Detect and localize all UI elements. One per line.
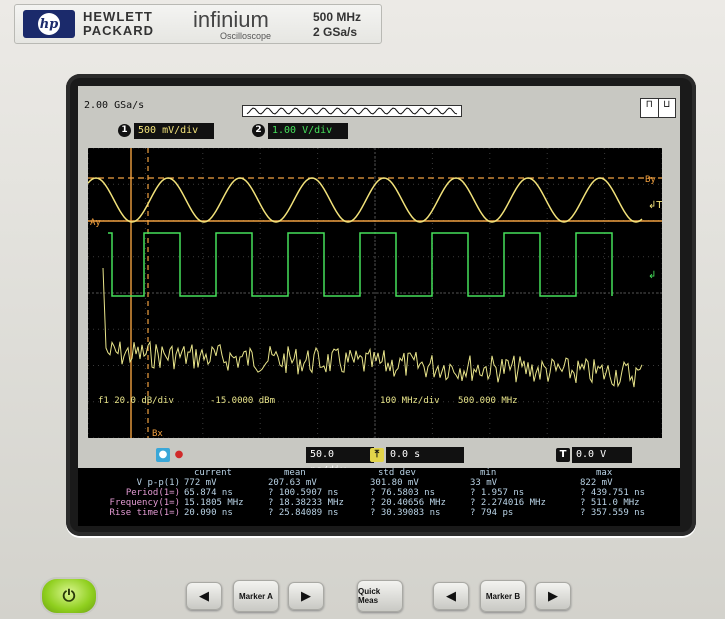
measurement-row[interactable]: Period(1=) 65.874 ns ? 100.5907 ns ? 76.… xyxy=(78,488,647,498)
cell-min: ? 794 ps xyxy=(470,508,514,518)
channel-bar: 1 500 mV/div 2 1.00 V/div xyxy=(78,118,680,144)
channel-2-scale[interactable]: 1.00 V/div xyxy=(268,123,348,139)
cell-max: ? 439.751 ns xyxy=(580,488,646,498)
marker-b-button[interactable]: Marker B xyxy=(480,580,526,612)
cell-current: 20.090 ns xyxy=(184,508,233,518)
waveform-svg: Ay By Bx f1 20.0 dB/div -15.0000 dBm 100… xyxy=(88,148,662,438)
quick-meas-button[interactable]: Quick Meas xyxy=(357,580,403,612)
measurement-row[interactable]: Frequency(1=) 15.1805 MHz ? 18.38233 MHz… xyxy=(78,498,647,508)
cell-std: ? 20.40656 MHz xyxy=(370,498,446,508)
col-current: current xyxy=(194,468,232,478)
cell-max: 822 mV xyxy=(580,478,613,488)
marker-by-label: By xyxy=(645,175,656,185)
fft-offset-label: -15.0000 dBm xyxy=(210,396,275,406)
marker-ay-label: Ay xyxy=(90,218,101,228)
cell-mean: ? 18.38233 MHz xyxy=(268,498,344,508)
marker-bx-label: Bx xyxy=(152,429,163,438)
cell-mean: ? 100.5907 ns xyxy=(268,488,339,498)
cell-mean: ? 25.84089 ns xyxy=(268,508,339,518)
trigger-level[interactable]: 0.0 V xyxy=(572,447,632,463)
marker-b-left-button[interactable]: ◀ xyxy=(433,582,469,610)
measurement-header-row: current mean std dev min max xyxy=(78,468,647,478)
company-name: HEWLETT PACKARD xyxy=(83,10,173,38)
brand-plate: hp HEWLETT PACKARD infinium Oscilloscope… xyxy=(14,4,382,44)
measurement-row[interactable]: V p-p(1) 772 mV 207.63 mV 301.80 mV 33 m… xyxy=(78,478,647,488)
measurement-table: current mean std dev min max V p-p(1) 77… xyxy=(78,468,680,526)
cell-current: 772 mV xyxy=(184,478,217,488)
cell-current: 65.874 ns xyxy=(184,488,233,498)
model-subtitle: Oscilloscope xyxy=(220,31,272,41)
fft-trace xyxy=(102,267,643,388)
horizontal-delay[interactable]: 0.0 s xyxy=(386,447,464,463)
power-button[interactable]: ⏻ xyxy=(40,577,98,615)
channel-1-badge[interactable]: 1 xyxy=(118,124,131,137)
run-icon[interactable]: ⊓ xyxy=(641,99,659,117)
hp-logo-text: hp xyxy=(38,13,60,35)
marker-a-right-button[interactable]: ▶ xyxy=(288,582,324,610)
sample-rate-readout: 2.00 GSa/s xyxy=(84,100,145,111)
col-min: min xyxy=(480,468,497,478)
status-bar: 2.00 GSa/s ⊓ ⊔ xyxy=(78,86,680,118)
channel-1-trigger-icon[interactable]: ↲T xyxy=(648,200,662,211)
sample-rate-spec: 2 GSa/s xyxy=(313,25,358,39)
row-label: Frequency(1=) xyxy=(109,498,180,508)
trigger-icon: T xyxy=(556,448,570,462)
waveform-display[interactable]: Ay By Bx f1 20.0 dB/div -15.0000 dBm 100… xyxy=(88,148,662,438)
timebase-bar: ● ● 50.0 ns/div ⤒ 0.0 s T 0.0 V xyxy=(78,442,680,476)
cell-min: ? 1.957 ns xyxy=(470,488,525,498)
company-line1: HEWLETT xyxy=(83,9,153,24)
run-stop-buttons[interactable]: ⊓ ⊔ xyxy=(640,98,676,118)
channel-1-scale[interactable]: 500 mV/div xyxy=(134,123,214,139)
cell-max: ? 511.0 MHz xyxy=(580,498,640,508)
hp-logo: hp xyxy=(23,10,75,38)
bandwidth-spec: 500 MHz xyxy=(313,10,362,24)
cell-max: ? 357.559 ns xyxy=(580,508,646,518)
stop-indicator-icon[interactable]: ● xyxy=(172,448,186,462)
cell-mean: 207.63 mV xyxy=(268,478,317,488)
col-std-dev: std dev xyxy=(378,468,416,478)
cell-current: 15.1805 MHz xyxy=(184,498,244,508)
company-line2: PACKARD xyxy=(83,23,155,38)
quick-meas-label: Quick Meas xyxy=(358,587,381,605)
cell-std: 301.80 mV xyxy=(370,478,419,488)
cell-min: ? 2.274016 MHz xyxy=(470,498,546,508)
cell-std: ? 76.5803 ns xyxy=(370,488,436,498)
channel-2-offset-icon[interactable]: ↲ xyxy=(648,270,656,281)
marker-a-button[interactable]: Marker A xyxy=(233,580,279,612)
cell-std: ? 30.39083 ns xyxy=(370,508,441,518)
channel-2-trace xyxy=(108,232,613,297)
fft-scale-label: f1 20.0 dB/div xyxy=(98,396,174,406)
fft-span-label: 500.000 MHz xyxy=(458,396,518,406)
col-max: max xyxy=(596,468,613,478)
channel-2-badge[interactable]: 2 xyxy=(252,124,265,137)
acquisition-wave-icon xyxy=(246,107,458,115)
marker-b-label: Marker B xyxy=(485,591,521,601)
fft-center-label: 100 MHz/div xyxy=(380,396,440,406)
measurement-row[interactable]: Rise time(1=) 20.090 ns ? 25.84089 ns ? … xyxy=(78,508,647,518)
acquisition-overview[interactable] xyxy=(242,105,462,117)
row-label: Period(1=) xyxy=(125,488,180,498)
scope-screen: 2.00 GSa/s ⊓ ⊔ 1 500 mV/div 2 1.00 V/div… xyxy=(78,86,680,526)
marker-a-left-button[interactable]: ◀ xyxy=(186,582,222,610)
row-label: Rise time(1=) xyxy=(109,508,180,518)
spec-text: 500 MHz 2 GSa/s xyxy=(313,10,361,40)
col-mean: mean xyxy=(284,468,306,478)
stop-icon[interactable]: ⊔ xyxy=(659,99,676,117)
cell-min: 33 mV xyxy=(470,478,498,488)
row-label: V p-p(1) xyxy=(136,478,180,488)
time-per-div[interactable]: 50.0 ns/div xyxy=(306,447,374,476)
model-name: infinium xyxy=(193,7,269,32)
acquire-icon[interactable]: ● xyxy=(156,448,170,462)
marker-b-right-button[interactable]: ▶ xyxy=(535,582,571,610)
marker-a-label: Marker A xyxy=(239,591,273,601)
delay-icon: ⤒ xyxy=(370,448,384,462)
